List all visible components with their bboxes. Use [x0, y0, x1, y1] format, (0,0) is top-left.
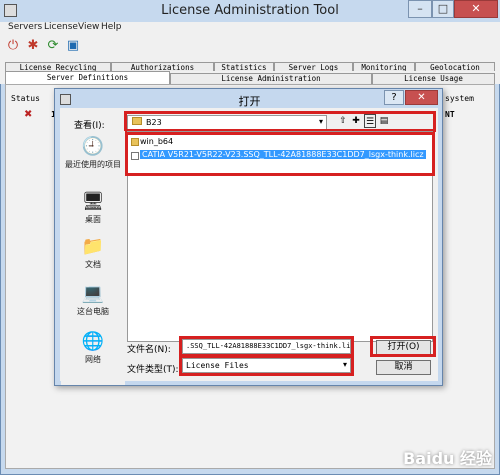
tab-license-recycling[interactable]: License Recycling: [5, 62, 111, 72]
place-this-pc[interactable]: 💻 这台电脑: [61, 284, 125, 317]
refresh-icon[interactable]: ⟳: [45, 38, 61, 54]
computer-icon: 💻: [81, 283, 105, 304]
tab-monitoring[interactable]: Monitoring: [353, 62, 415, 72]
minimize-button[interactable]: –: [408, 0, 432, 18]
tab-statistics[interactable]: Statistics: [214, 62, 274, 72]
place-desktop-label: 桌面: [85, 215, 101, 224]
menu-help[interactable]: Help: [101, 22, 122, 32]
dialog-help-button[interactable]: ?: [384, 90, 404, 105]
place-documents-label: 文档: [85, 260, 101, 269]
menu-bar: Servers License View Help: [0, 22, 500, 35]
place-network-label: 网络: [85, 355, 101, 364]
place-this-pc-label: 这台电脑: [77, 307, 109, 316]
tab-server-definitions[interactable]: Server Definitions: [5, 71, 170, 84]
toolbar: ⏻ ✱ ⟳ ▣: [0, 35, 500, 57]
place-network[interactable]: 🌐 网络: [61, 332, 125, 365]
open-button-highlight: [370, 336, 436, 357]
place-documents[interactable]: 📁 文档: [61, 237, 125, 270]
recent-items-icon: 🕘: [81, 136, 105, 157]
dialog-close-button[interactable]: ✕: [405, 90, 438, 105]
disconnect-icon[interactable]: ✱: [25, 38, 41, 54]
tab-license-administration[interactable]: License Administration: [170, 73, 372, 84]
desktop-icon: 🖥: [81, 191, 105, 212]
cancel-button[interactable]: 取消: [376, 360, 431, 375]
tab-geolocation[interactable]: Geolocation: [415, 62, 495, 72]
plug-icon[interactable]: ⏻: [5, 38, 21, 54]
menu-view[interactable]: View: [78, 22, 99, 32]
place-desktop[interactable]: 🖥 桌面: [61, 192, 125, 225]
menu-license[interactable]: License: [44, 22, 78, 32]
maximize-button[interactable]: □: [432, 0, 454, 18]
file-name-label: 文件名(N):: [127, 345, 171, 355]
server-system-value: NT: [445, 110, 455, 119]
column-header-status: Status: [11, 94, 40, 103]
tab-authorizations[interactable]: Authorizations: [111, 62, 214, 72]
place-recent-label: 最近使用的项目: [65, 160, 121, 169]
menu-servers[interactable]: Servers: [8, 22, 42, 32]
network-icon: 🌐: [81, 331, 105, 352]
place-recent[interactable]: 🕘 最近使用的项目: [61, 137, 125, 170]
column-header-system: system: [445, 94, 474, 103]
file-type-label: 文件类型(T):: [127, 365, 179, 375]
file-name-highlight: [179, 336, 354, 357]
file-type-highlight: [179, 355, 354, 376]
look-in-label: 查看(I):: [74, 121, 105, 131]
documents-icon: 📁: [81, 236, 105, 257]
look-in-highlight: [124, 111, 436, 132]
close-button[interactable]: ✕: [454, 0, 498, 18]
file-list-highlight: [125, 132, 435, 176]
baidu-watermark: Baidu 经验: [403, 449, 492, 468]
tab-license-usage[interactable]: License Usage: [372, 73, 495, 84]
properties-icon[interactable]: ▣: [65, 38, 81, 54]
server-status-icon: ✖: [24, 109, 33, 120]
tab-server-logs[interactable]: Server Logs: [274, 62, 353, 72]
